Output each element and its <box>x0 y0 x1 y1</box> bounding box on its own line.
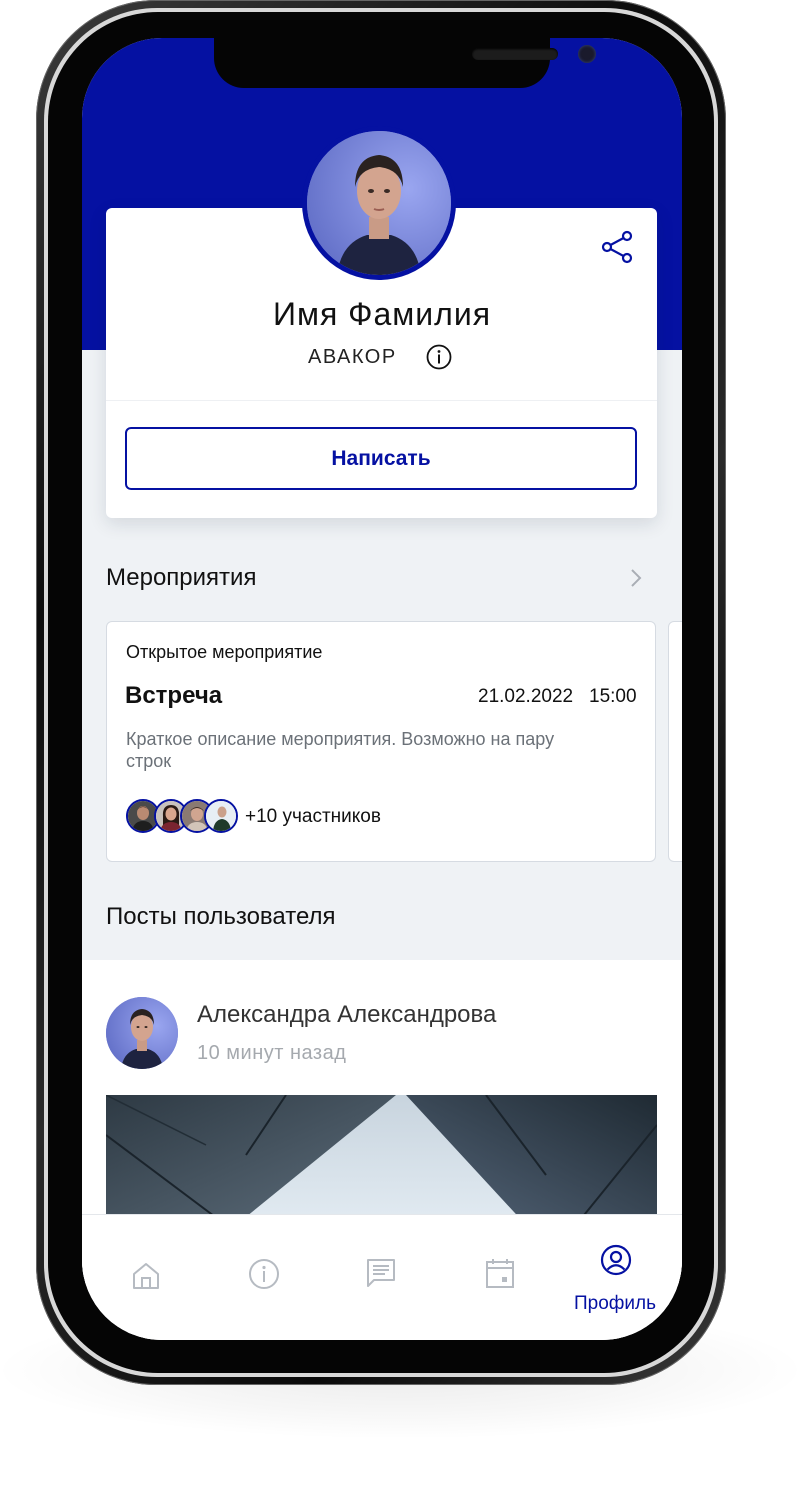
profile-organization: АВАКОР <box>308 346 397 368</box>
home-icon[interactable] <box>130 1260 162 1292</box>
calendar-icon[interactable] <box>484 1257 516 1289</box>
card-divider <box>106 400 657 401</box>
phone-screen: Имя Фамилия АВАКОР Написать Мероприятия … <box>82 38 682 1340</box>
events-section-title: Мероприятия <box>106 564 257 591</box>
write-message-button[interactable]: Написать <box>125 427 637 490</box>
front-camera <box>578 45 596 63</box>
profile-photo <box>307 131 451 275</box>
event-type: Открытое мероприятие <box>126 642 323 662</box>
profile-icon[interactable] <box>600 1244 632 1276</box>
post-timestamp: 10 минут назад <box>197 1042 347 1064</box>
event-time: 15:00 <box>589 686 637 707</box>
chat-icon[interactable] <box>365 1257 397 1289</box>
profile-avatar[interactable] <box>302 126 456 280</box>
posts-section-title: Посты пользователя <box>106 903 336 930</box>
participant-avatar <box>204 799 238 833</box>
event-participants-count: +10 участников <box>245 806 381 827</box>
post-image[interactable] <box>106 1095 657 1225</box>
info-tab-icon[interactable] <box>248 1258 280 1290</box>
tab-profile-label[interactable]: Профиль <box>574 1293 656 1315</box>
info-icon[interactable] <box>426 344 452 370</box>
post-author-name[interactable]: Александра Александрова <box>197 1001 496 1029</box>
phone-notch <box>214 38 596 88</box>
share-icon[interactable] <box>600 230 634 264</box>
event-date: 21.02.2022 <box>478 686 574 707</box>
profile-name: Имя Фамилия <box>272 296 492 332</box>
event-title: Встреча <box>125 682 223 709</box>
chevron-right-icon[interactable] <box>626 566 646 590</box>
event-description: Краткое описание мероприятия. Возможно н… <box>126 729 555 771</box>
event-card-next[interactable] <box>668 621 682 862</box>
post-author-avatar[interactable] <box>106 997 178 1069</box>
speaker-grille <box>472 48 558 60</box>
